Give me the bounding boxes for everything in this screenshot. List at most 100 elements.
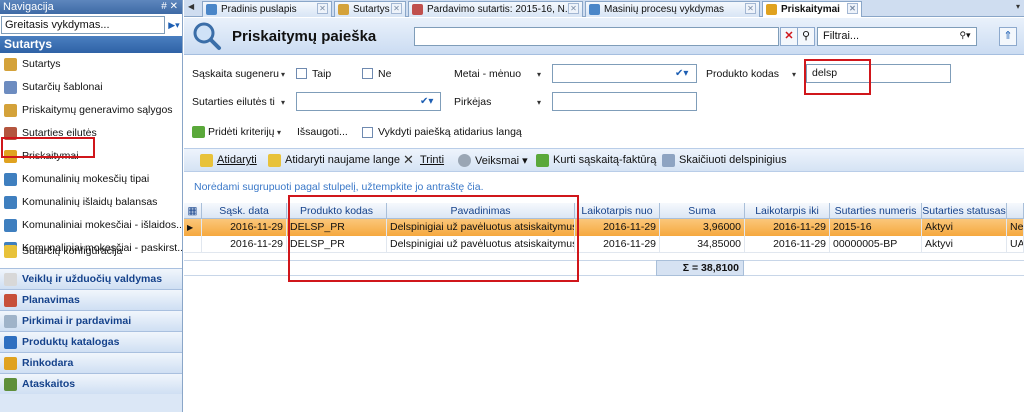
calculate-penalty-button[interactable]: Skaičiuoti delspinigius — [662, 154, 787, 167]
add-criteria-dropdown-icon[interactable]: ▾ — [277, 128, 281, 137]
module-label: Ataskaitos — [22, 378, 76, 390]
label-metai-menuo: Metai - mėnuo — [454, 68, 522, 80]
pirkejas-input[interactable] — [552, 92, 697, 111]
nav-item-sutartys[interactable]: Sutartys — [0, 53, 182, 76]
checkbox-taip[interactable] — [296, 68, 307, 79]
delete-icon: ✕ — [403, 152, 414, 167]
save-criteria-button[interactable]: Išsaugoti... — [297, 126, 348, 138]
checkbox-vykdyti[interactable] — [362, 127, 373, 138]
tab-masiniu-procesu[interactable]: Masinių procesų vykdymas ✕ — [585, 1, 760, 17]
utility-icon — [4, 173, 17, 186]
module-ataskaitos[interactable]: Ataskaitos — [0, 373, 182, 394]
nav-item-sablonai[interactable]: Sutarčių šablonai — [0, 76, 182, 99]
module-planavimas[interactable]: Planavimas — [0, 289, 182, 310]
tab-label: Pardavimo sutartis: 2015-16, N... — [427, 4, 574, 15]
module-produktu-katalogas[interactable]: Produktų katalogas — [0, 331, 182, 352]
nav-item-label: Sutartys — [22, 58, 61, 70]
tab-scroll-left-icon[interactable]: ◀ — [188, 2, 194, 11]
open-button[interactable]: Atidaryti — [200, 154, 257, 167]
criteria-dropdown-icon[interactable]: ▾ — [537, 98, 541, 107]
nav-item-konfiguracija[interactable]: Sutarčių konfigūracija — [0, 240, 182, 263]
tab-pardavimo-sutartis[interactable]: Pardavimo sutartis: 2015-16, N... ✕ — [408, 1, 583, 17]
column-header[interactable]: Sutarties statusas — [922, 203, 1007, 219]
calculate-label: Skaičiuoti delspinigius — [679, 154, 787, 166]
criteria-dropdown-icon[interactable]: ▾ — [281, 98, 285, 107]
nav-item-label: Sutarties eilutės — [22, 127, 97, 139]
quick-run-go-icon[interactable]: ▶▾ — [166, 16, 182, 34]
lines-icon — [4, 127, 17, 140]
panel-buttons[interactable]: # ✕ — [161, 0, 178, 14]
label-sutarties-eilutes: Sutarties eilutės ti — [192, 96, 275, 108]
folder-new-icon — [268, 154, 281, 167]
cell-laikotarpis-iki: 2016-11-29 — [745, 236, 830, 253]
column-header[interactable] — [1007, 203, 1024, 219]
filter-input[interactable]: Filtrai... — [817, 27, 977, 46]
close-icon[interactable]: ✕ — [745, 3, 756, 14]
tab-label: Priskaitymai — [781, 4, 840, 15]
tab-priskaitymai[interactable]: Priskaitymai ✕ — [762, 1, 862, 17]
nav-item-label: Priskaitymų generavimo sąlygos — [22, 104, 173, 116]
collapse-header-icon[interactable]: ⇑ — [999, 27, 1017, 46]
cell-pavadinimas: Delspinigiai už pavėluotus atsiskaitymus — [387, 219, 575, 236]
module-label: Produktų katalogas — [22, 336, 120, 348]
actions-button[interactable]: Veiksmai ▾ — [458, 154, 528, 167]
nav-item-mokesciai-islaidos[interactable]: Komunaliniai mokesčiai - išlaidos... — [0, 214, 182, 237]
calendar-dropdown-icon[interactable]: ✔▾ — [675, 68, 688, 79]
produkto-kodas-input[interactable]: delsp — [806, 64, 951, 83]
utility-icon — [4, 219, 17, 232]
close-icon[interactable]: ✕ — [317, 3, 328, 14]
filter-dropdown-icon[interactable]: ⚲▾ — [956, 27, 974, 46]
delete-label: Trinti — [420, 154, 445, 166]
nav-item-sutarties-eilutes[interactable]: Sutarties eilutės — [0, 122, 182, 145]
table-row[interactable]: 2016-11-29 DELSP_PR Delspinigiai už pavė… — [184, 236, 1024, 253]
charges-icon — [766, 4, 777, 15]
checkbox-ne[interactable] — [362, 68, 373, 79]
column-header[interactable]: Sutarties numeris — [830, 203, 922, 219]
column-header[interactable]: Produkto kodas — [287, 203, 387, 219]
module-veiklu-valdymas[interactable]: Veiklų ir užduočių valdymas — [0, 268, 182, 289]
template-icon — [4, 81, 17, 94]
create-invoice-button[interactable]: Kurti sąskaitą-faktūrą — [536, 154, 656, 167]
clear-search-icon[interactable]: ✕ — [780, 27, 798, 46]
column-header[interactable]: Suma — [660, 203, 745, 219]
criteria-dropdown-icon[interactable]: ▾ — [537, 70, 541, 79]
marketing-icon — [4, 357, 17, 370]
column-header[interactable]: Sąsk. data — [202, 203, 287, 219]
criteria-dropdown-icon[interactable]: ▾ — [792, 70, 796, 79]
module-label: Veiklų ir užduočių valdymas — [22, 273, 163, 285]
search-input[interactable] — [414, 27, 779, 46]
module-rinkodara[interactable]: Rinkodara — [0, 352, 182, 373]
open-new-window-button[interactable]: Atidaryti naujame lange — [268, 154, 400, 167]
module-pirkimai[interactable]: Pirkimai ir pardavimai — [0, 310, 182, 331]
grid-footer — [184, 260, 1024, 276]
column-header[interactable]: Laikotarpis nuo — [575, 203, 660, 219]
cell-produkto-kodas: DELSP_PR — [287, 236, 387, 253]
document-tabs: Pradinis puslapis ✕ Sutartys ✕ Pardavimo s… — [184, 0, 1024, 17]
close-icon[interactable]: ✕ — [847, 3, 858, 14]
column-header[interactable]: Laikotarpis iki — [745, 203, 830, 219]
tab-pradinis[interactable]: Pradinis puslapis ✕ — [202, 1, 332, 17]
search-header: Priskaitymų paieška ✕ ⚲ Filtrai... ⚲▾ ⇑ — [184, 18, 1024, 55]
grid-menu-icon[interactable]: ▦ — [184, 203, 202, 219]
nav-item-mokesciu-tipai[interactable]: Komunalinių mokesčių tipai — [0, 168, 182, 191]
calculator-icon — [662, 154, 675, 167]
delete-button[interactable]: ✕ Trinti — [403, 152, 445, 167]
nav-item-generavimo-salygos[interactable]: Priskaitymų generavimo sąlygos — [0, 99, 182, 122]
nav-item-priskaitymai[interactable]: Priskaitymai — [0, 145, 182, 168]
home-icon — [206, 4, 217, 15]
quick-run-input[interactable]: Greitasis vykdymas... — [1, 16, 165, 34]
search-icon[interactable]: ⚲ — [797, 27, 815, 46]
add-criteria-button[interactable]: Pridėti kriterijų — [208, 126, 275, 138]
close-icon[interactable]: ✕ — [568, 3, 579, 14]
tab-sutartys[interactable]: Sutartys ✕ — [334, 1, 406, 17]
table-row[interactable]: ▶ 2016-11-29 DELSP_PR Delspinigiai už pa… — [184, 219, 1024, 236]
star-icon — [4, 245, 17, 258]
column-header[interactable]: Pavadinimas — [387, 203, 575, 219]
lookup-dropdown-icon[interactable]: ✔▾ — [420, 96, 433, 107]
close-icon[interactable]: ✕ — [391, 3, 402, 14]
nav-item-islaidu-balansas[interactable]: Komunalinių išlaidų balansas — [0, 191, 182, 214]
tab-list-icon[interactable]: ▾ — [1016, 2, 1020, 11]
criteria-dropdown-icon[interactable]: ▾ — [281, 70, 285, 79]
sum-total: Σ = 38,8100 — [656, 260, 744, 276]
cell-sask-data: 2016-11-29 — [202, 219, 287, 236]
